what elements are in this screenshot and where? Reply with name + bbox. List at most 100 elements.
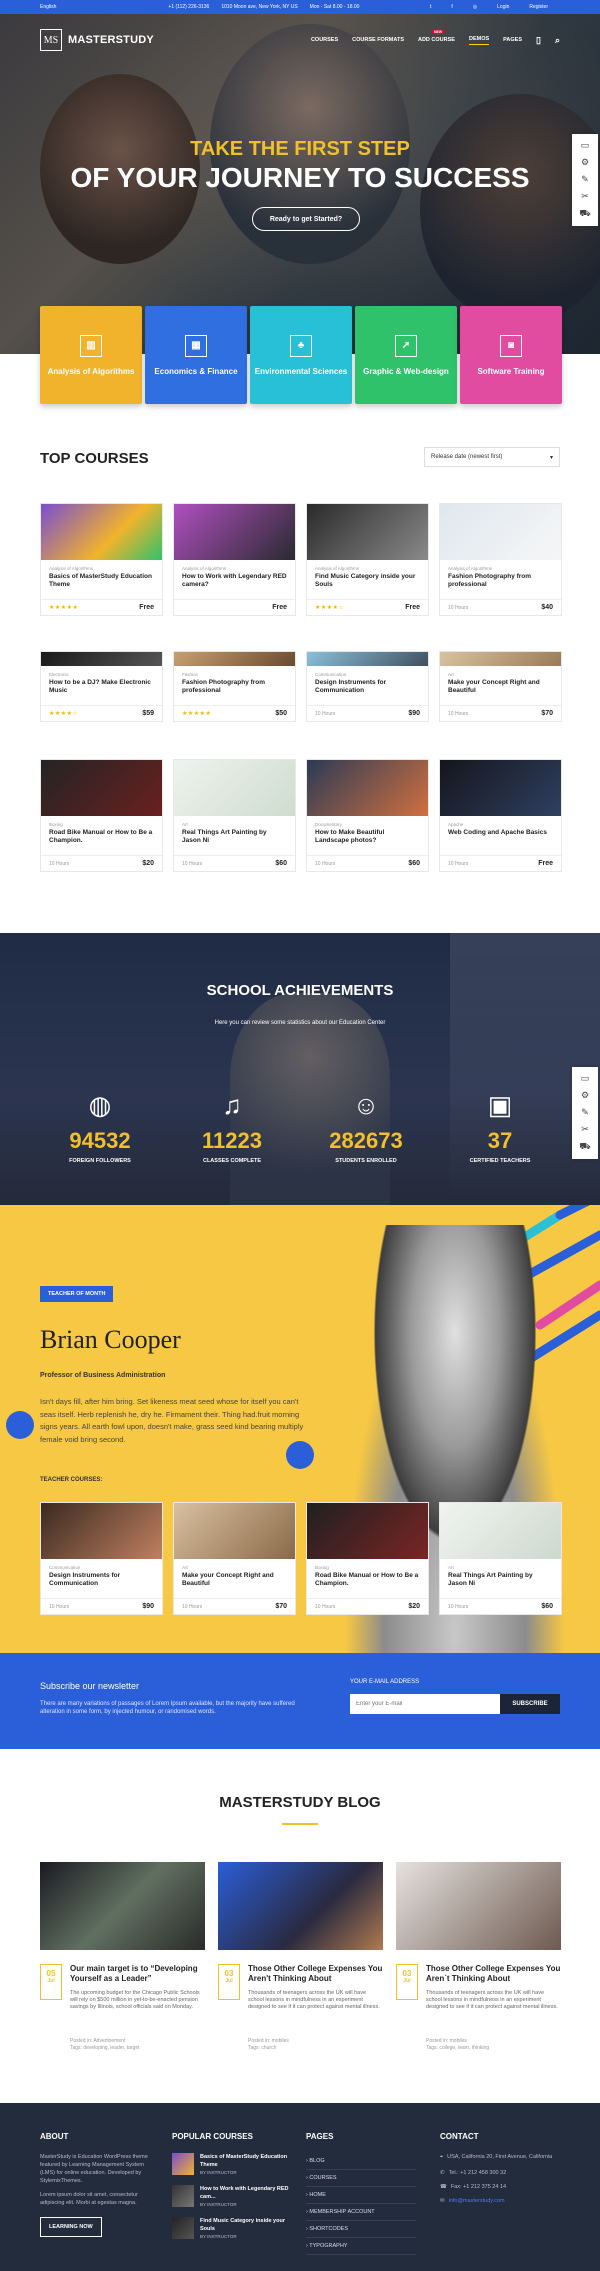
settings-icon[interactable]: ⚙ [581,1090,589,1101]
learning-now-button[interactable]: LEARNING NOW [40,2217,102,2237]
course-category[interactable]: Analysis of Algorithms [307,560,428,571]
course-category[interactable]: Communication [307,666,428,677]
course-title[interactable]: Make your Concept Right and Beautiful [440,677,561,701]
footer-link-shortcodes[interactable]: › SHORTCODES [306,2221,416,2238]
tools-icon[interactable]: ✂ [581,1124,589,1135]
course-image[interactable] [174,760,295,816]
nav-courses[interactable]: COURSES [311,37,338,43]
post-title[interactable]: Those Other College Expenses You Aren't … [248,1964,383,1984]
course-title[interactable]: Fashion Photography from professional [174,677,295,701]
course-image[interactable] [174,652,295,666]
twitter-icon[interactable]: t [430,4,431,10]
course-card[interactable]: Analysis of Algorithms Basics of MasterSt… [40,503,163,616]
course-title[interactable]: Road Bike Manual or How to Be a Champion… [41,827,162,851]
course-title[interactable]: How to Work with Legendary RED camera? [174,571,295,595]
course-category[interactable]: Analysis of Algorithms [41,560,162,571]
footer-link-courses[interactable]: › COURSES [306,2170,416,2187]
category-tile[interactable]: ➚ Graphic & Web-design [355,306,457,404]
footer-link-blog[interactable]: › BLOG [306,2153,416,2170]
course-category[interactable]: Communication [41,1559,162,1570]
get-started-button[interactable]: Ready to get Started? [252,207,360,231]
course-title[interactable]: Design Instruments for Communication [41,1570,162,1594]
course-title[interactable]: Web Coding and Apache Basics [440,827,561,851]
footer-link-typography[interactable]: › TYPOGRAPHY [306,2238,416,2255]
settings-icon[interactable]: ⚙ [581,157,589,168]
instagram-icon[interactable]: ◎ [473,4,477,10]
course-category[interactable]: Apache [440,816,561,827]
course-category[interactable]: Analysis of Algorithms [440,560,561,571]
category-tile[interactable]: ◙ Software Training [460,306,562,404]
cart-icon[interactable]: ⛟ [579,1141,590,1153]
course-image[interactable] [440,652,561,666]
course-card[interactable]: Analysis of Algorithms Fashion Photograph… [439,503,562,616]
category-tile[interactable]: ▦ Economics & Finance [145,306,247,404]
course-title[interactable]: Make your Concept Right and Beautiful [174,1570,295,1594]
brand-name[interactable]: MASTERSTUDY [68,34,154,46]
search-icon[interactable]: ⌕ [555,35,560,46]
course-title[interactable]: Find Music Category inside your Souls [307,571,428,595]
brush-icon[interactable]: ✎ [581,174,589,185]
sort-select[interactable]: Release date (newest first) ▾ [424,447,560,467]
facebook-icon[interactable]: f [451,4,452,10]
course-title[interactable]: How to Make Beautiful Landscape photos? [307,827,428,851]
blog-image[interactable] [396,1862,561,1950]
nav-demos[interactable]: DEMOS [468,36,490,45]
course-category[interactable]: Documentary [307,816,428,827]
course-card[interactable]: Electronic How to be a DJ? Make Electroni… [40,651,163,722]
course-image[interactable] [174,1503,295,1559]
nav-add-course[interactable]: ADD COURSE NEW [418,30,455,43]
course-image[interactable] [41,760,162,816]
bookmark-icon[interactable]: ▯ [536,35,541,46]
nav-course-formats[interactable]: COURSE FORMATS [352,37,404,43]
course-image[interactable] [307,652,428,666]
course-category[interactable]: Electronic [41,666,162,677]
tools-icon[interactable]: ✂ [581,191,589,202]
email-input[interactable] [350,1694,500,1714]
nav-pages[interactable]: PAGES [503,37,522,43]
course-category[interactable]: Fashion [174,666,295,677]
course-image[interactable] [440,1503,561,1559]
brush-icon[interactable]: ✎ [581,1107,589,1118]
post-title[interactable]: Those Other College Expenses You Aren`t … [426,1964,561,1984]
course-card[interactable]: Documentary How to Make Beautiful Landsca… [306,759,429,872]
register-link[interactable]: Register [529,4,548,10]
contact-email[interactable]: info@masterstudy.com [449,2197,505,2205]
login-link[interactable]: Login [497,4,509,10]
course-card[interactable]: Art Real Things Art Painting by Jason Ni 1… [173,759,296,872]
course-image[interactable] [307,504,428,560]
course-title[interactable]: Basics of MasterStudy Education Theme [41,571,162,595]
course-image[interactable] [174,504,295,560]
teacher-course-card[interactable]: Communication Design Instruments for Comm… [40,1502,163,1615]
course-card[interactable]: Fashion Fashion Photography from professi… [173,651,296,722]
teacher-course-card[interactable]: Art Real Things Art Painting by Jason Ni 1… [439,1502,562,1615]
course-image[interactable] [41,1503,162,1559]
popular-course-item[interactable]: How to Work with Legendary RED cam... BY … [172,2185,292,2209]
course-title[interactable]: How to be a DJ? Make Electronic Music [41,677,162,701]
course-title[interactable]: Fashion Photography from professional [440,571,561,595]
post-title[interactable]: Our main target is to “Developing Yourse… [70,1964,205,1984]
course-title[interactable]: Road Bike Manual or How to Be a Champion… [307,1570,428,1594]
course-card[interactable]: Analysis of Algorithms Find Music Categor… [306,503,429,616]
course-image[interactable] [41,504,162,560]
course-image[interactable] [307,1503,428,1559]
category-tile[interactable]: ▥ Analysis of Algorithms [40,306,142,404]
course-image[interactable] [307,760,428,816]
popular-course-item[interactable]: Basics of MasterStudy Education Theme BY … [172,2153,292,2177]
subscribe-button[interactable]: SUBSCRIBE [500,1694,560,1714]
footer-link-home[interactable]: › HOME [306,2187,416,2204]
popular-course-item[interactable]: Find Music Category inside your Souls BY … [172,2217,292,2241]
cart-icon[interactable]: ⛟ [579,208,590,220]
monitor-icon[interactable]: ▭ [581,1073,590,1084]
course-title[interactable]: Design Instruments for Communication [307,677,428,701]
course-category[interactable]: Art [440,666,561,677]
course-image[interactable] [440,760,561,816]
course-category[interactable]: Art [174,1559,295,1570]
course-card[interactable]: Art Make your Concept Right and Beautiful… [439,651,562,722]
language-selector[interactable]: English [40,4,56,10]
course-image[interactable] [440,504,561,560]
course-title[interactable]: Real Things Art Painting by Jason Ni [174,827,295,851]
course-category[interactable]: Boxing [307,1559,428,1570]
blog-image[interactable] [40,1862,205,1950]
blog-image[interactable] [218,1862,383,1950]
course-category[interactable]: Art [174,816,295,827]
